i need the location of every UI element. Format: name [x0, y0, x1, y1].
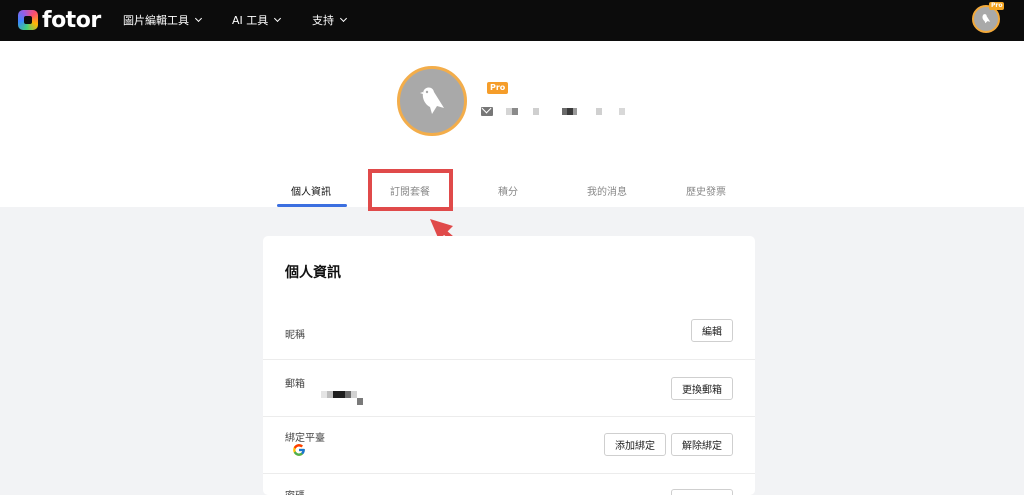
fotor-logo[interactable]: fotor [18, 7, 101, 33]
tab-personal-info[interactable]: 個人資訊 [291, 183, 331, 198]
nav-label: 圖片編輯工具 [123, 14, 189, 27]
annotation-highlight-box [368, 169, 453, 211]
nav-ai-tools[interactable]: AI 工具 [232, 12, 282, 28]
divider [263, 359, 755, 360]
tab-invoice-history[interactable]: 歷史發票 [686, 183, 726, 198]
mail-icon [481, 107, 493, 116]
card-title: 個人資訊 [285, 265, 341, 281]
nav-support[interactable]: 支持 [312, 12, 348, 28]
password-label: 密碼 [285, 487, 305, 495]
logo-text: fotor [42, 7, 101, 33]
tab-my-messages[interactable]: 我的消息 [587, 183, 627, 198]
user-avatar-bird-icon [420, 87, 444, 114]
edit-nickname-button[interactable]: 編輯 [691, 319, 733, 342]
fotor-logo-icon [18, 10, 38, 30]
chevron-down-icon [274, 14, 282, 23]
avatar-pro-badge: Pro [989, 2, 1005, 10]
pro-badge: Pro [487, 82, 509, 94]
chevron-down-icon [339, 14, 348, 23]
change-email-button[interactable]: 更換郵箱 [671, 377, 733, 400]
personal-info-card: 個人資訊 昵稱 編輯 郵箱 更換郵箱 綁定平臺 添加綁定 解除綁定 密碼 [263, 236, 755, 495]
top-navigation-bar: fotor 圖片編輯工具 AI 工具 支持 Pro [0, 0, 1024, 41]
profile-avatar[interactable] [397, 66, 467, 136]
user-avatar-bird-icon [982, 14, 991, 24]
google-icon [293, 444, 305, 456]
nav-photo-editing-tools[interactable]: 圖片編輯工具 [123, 12, 203, 28]
nav-label: 支持 [312, 14, 334, 27]
email-label: 郵箱 [285, 379, 305, 390]
linked-platforms-label: 綁定平臺 [285, 433, 325, 444]
tab-credits[interactable]: 積分 [498, 183, 518, 198]
nickname-label: 昵稱 [285, 330, 305, 341]
divider [263, 416, 755, 417]
remove-binding-button[interactable]: 解除綁定 [671, 433, 733, 456]
password-action-button[interactable] [671, 489, 733, 495]
divider [263, 473, 755, 474]
active-tab-indicator [277, 204, 347, 207]
nav-label: AI 工具 [232, 14, 269, 27]
add-binding-button[interactable]: 添加綁定 [604, 433, 666, 456]
chevron-down-icon [194, 14, 203, 23]
